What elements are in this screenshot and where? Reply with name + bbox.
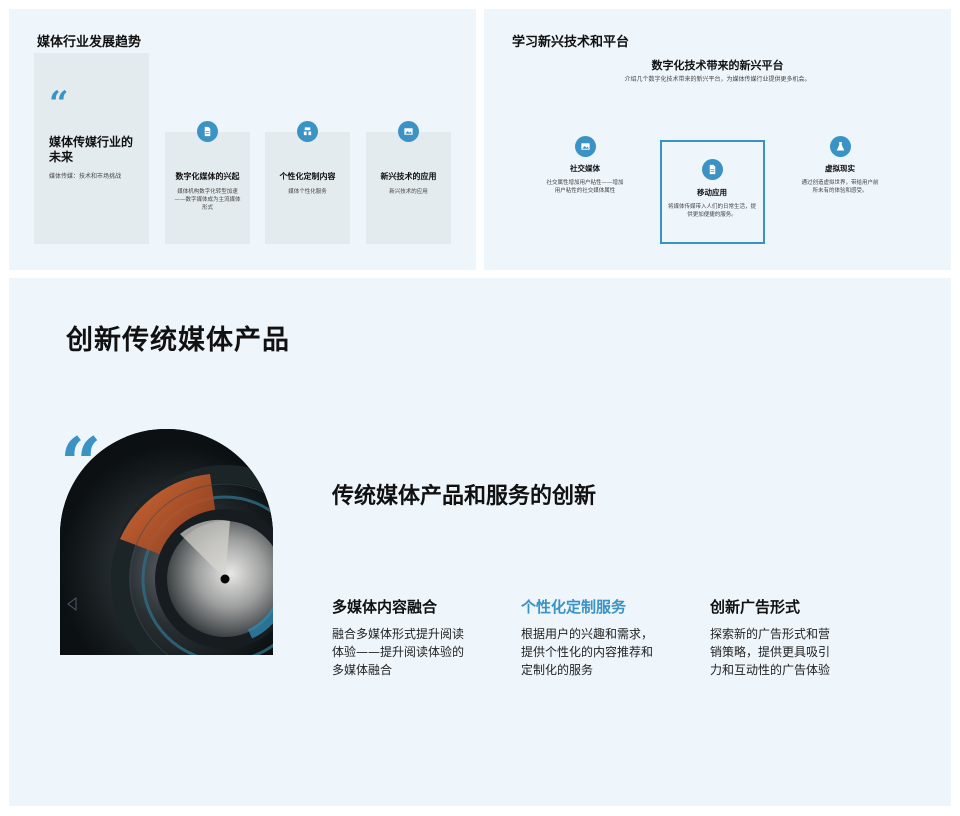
trend-card-desc: 媒体个性化服务 — [288, 189, 327, 195]
trend-card-label: 新兴技术的应用 — [380, 172, 437, 181]
flask-icon — [830, 136, 851, 157]
trend-card-desc: 媒体机构数字化转型加速——数字媒体成为主流媒体形式 — [174, 189, 241, 211]
slide-title: 媒体行业发展趋势 — [37, 35, 142, 50]
trend-card: 数字化媒体的兴起 媒体机构数字化转型加速——数字媒体成为主流媒体形式 — [165, 121, 250, 244]
slide-title: 学习新兴技术和平台 — [512, 35, 630, 50]
quote-card: “ 媒体传媒行业的未来 媒体传媒：技术和市场挑战 — [34, 53, 149, 244]
slide-subtitle: 数字化技术带来的新兴平台 — [651, 59, 784, 72]
feature-heading: 多媒体内容融合 — [332, 598, 438, 616]
quote-icon: “ — [60, 421, 102, 506]
platform-label: 移动应用 — [697, 188, 727, 197]
quote-card-title: 媒体传媒行业的未来 — [49, 135, 134, 164]
layers-icon — [297, 121, 318, 142]
image-icon — [398, 121, 419, 142]
platform-label: 虚拟现实 — [825, 164, 855, 173]
slide-description: 介绍几个数字化技术带来的新兴平台，为媒体传媒行业提供更多机会。 — [624, 76, 811, 83]
slide-title: 创新传统媒体产品 — [66, 325, 290, 356]
feature-column: 个性化定制服务 根据用户的兴趣和需求，提供个性化的内容推荐和定制化的服务 — [521, 596, 661, 679]
trend-card-desc: 新兴技术的应用 — [389, 189, 428, 195]
document-icon — [197, 121, 218, 142]
platform-item: 移动应用 将媒体传媒带入人们的日常生活，提供更加便捷的服务。 — [662, 159, 762, 239]
feature-heading: 创新广告形式 — [710, 598, 801, 616]
slide-emerging-platforms: 学习新兴技术和平台 数字化技术带来的新兴平台 介绍几个数字化技术带来的新兴平台，… — [484, 9, 951, 270]
image-icon — [575, 136, 596, 157]
feature-heading: 个性化定制服务 — [521, 598, 627, 616]
platform-desc: 将媒体传媒带入人们的日常生活，提供更加便捷的服务。 — [667, 204, 756, 218]
quote-card-subtitle: 媒体传媒：技术和市场挑战 — [49, 173, 122, 180]
quote-icon: “ — [49, 84, 69, 124]
trend-card-label: 个性化定制内容 — [279, 172, 336, 181]
platform-label: 社交媒体 — [570, 164, 600, 173]
slide-media-trends: 媒体行业发展趋势 “ 媒体传媒行业的未来 媒体传媒：技术和市场挑战 数字化媒体的… — [9, 9, 476, 270]
trend-card: 新兴技术的应用 新兴技术的应用 — [366, 121, 451, 244]
slide-subtitle: 传统媒体产品和服务的创新 — [332, 484, 597, 509]
platform-item: 虚拟现实 通过创造虚拟世界，带给用户前所未有的体验和感受。 — [800, 136, 880, 226]
feature-text: 探索新的广告形式和营销策略，提供更具吸引力和互动性的广告体验 — [710, 627, 831, 677]
platform-desc: 通过创造虚拟世界，带给用户前所未有的体验和感受。 — [801, 180, 879, 194]
platform-desc: 社交属性增加用户粘性——增加用户粘性的社交媒体属性 — [546, 180, 624, 194]
feature-column: 多媒体内容融合 融合多媒体形式提升阅读体验——提升阅读体验的多媒体融合 — [332, 596, 472, 679]
trend-card-label: 数字化媒体的兴起 — [175, 172, 240, 181]
document-icon — [702, 159, 723, 180]
feature-column: 创新广告形式 探索新的广告形式和营销策略，提供更具吸引力和互动性的广告体验 — [710, 596, 838, 679]
trend-card: 个性化定制内容 媒体个性化服务 — [265, 121, 350, 244]
feature-text: 融合多媒体形式提升阅读体验——提升阅读体验的多媒体融合 — [332, 627, 465, 677]
platform-item: 社交媒体 社交属性增加用户粘性——增加用户粘性的社交媒体属性 — [545, 136, 625, 226]
feature-text: 根据用户的兴趣和需求，提供个性化的内容推荐和定制化的服务 — [521, 627, 654, 677]
slide-innovate-traditional-media: 创新传统媒体产品 “ 传统媒体产品和服务的创新 多媒体内容融合 融合多媒体形式提… — [9, 278, 951, 806]
